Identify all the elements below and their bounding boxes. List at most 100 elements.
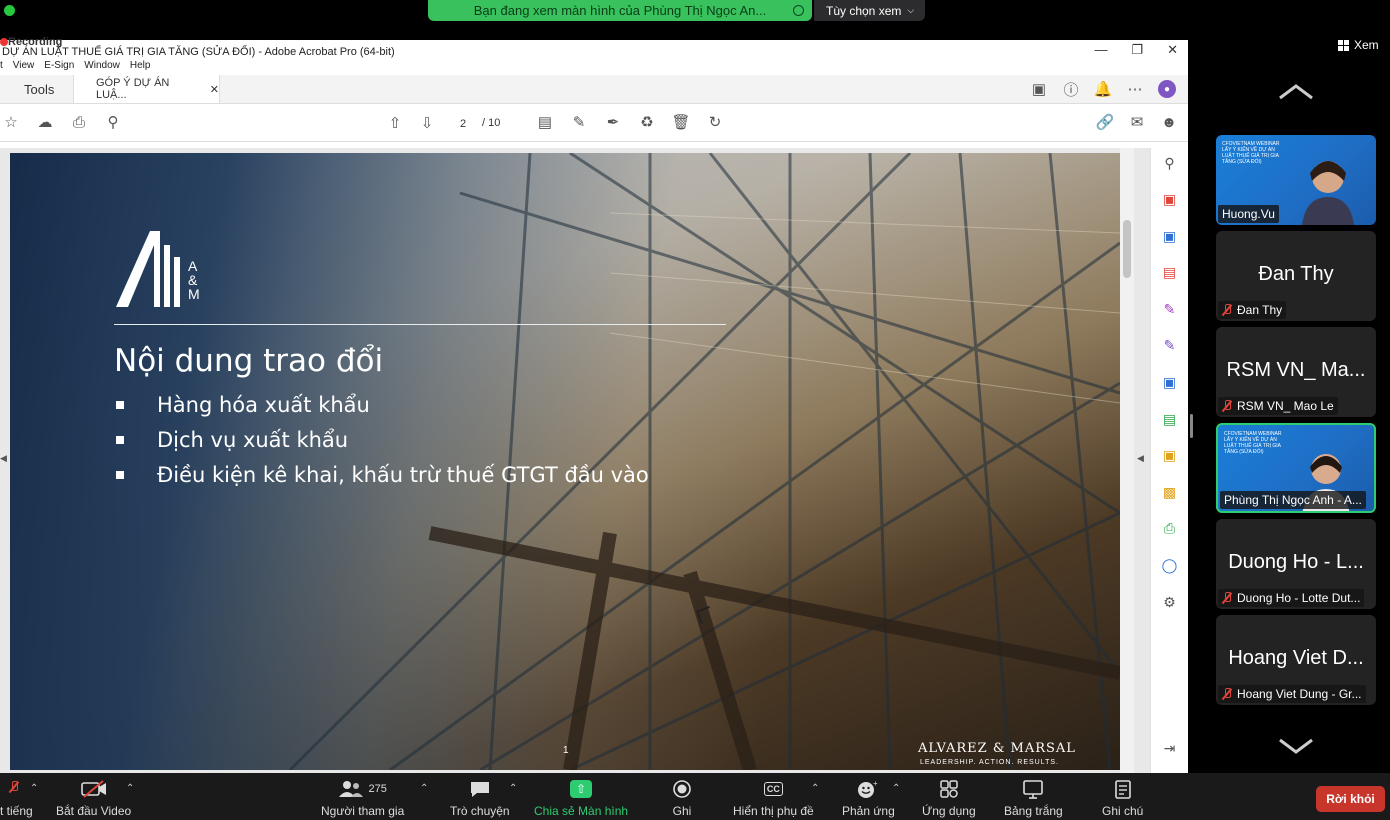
participant-name-text: Hoang Viet Dung - Gr...	[1237, 687, 1362, 701]
bullet-text: Dịch vụ xuất khẩu	[157, 427, 349, 452]
participants-icon: 275	[338, 779, 387, 799]
leave-button[interactable]: Rời khỏi	[1316, 786, 1385, 812]
participant-tile[interactable]: Đan Thy Đan Thy	[1216, 231, 1376, 321]
zoom-icon[interactable]: ⚲	[104, 113, 122, 131]
more-tools-icon[interactable]: ⚙	[1161, 593, 1179, 611]
list-item: Điều kiện kê khai, khấu trừ thuế GTGT đầ…	[114, 457, 649, 492]
window-close-dot[interactable]	[4, 5, 15, 16]
maximize-icon[interactable]: ❐	[1131, 42, 1143, 58]
whiteboard-icon	[1022, 779, 1044, 799]
scan-icon[interactable]: ▣	[1161, 447, 1179, 465]
export-pdf-icon[interactable]: ▣	[1161, 227, 1179, 245]
apps-grid-icon[interactable]: ⋯	[1126, 80, 1144, 98]
participant-tile[interactable]: RSM VN_ Ma... RSM VN_ Mao Le	[1216, 327, 1376, 417]
menu-item-window[interactable]: Window	[84, 60, 120, 75]
delete-icon[interactable]: 🗑	[671, 113, 690, 131]
mic-muted-icon	[1222, 688, 1232, 700]
gallery-up-icon[interactable]	[1278, 82, 1314, 102]
chat-options-caret-icon[interactable]: ⌃	[509, 783, 517, 794]
minimize-icon[interactable]: —	[1094, 42, 1107, 58]
collapse-panel-icon[interactable]: ◀	[1137, 453, 1144, 464]
print-icon[interactable]: ⎙	[70, 113, 88, 131]
tab-document-label: GÓP Ý DỰ ÁN LUẬ...	[96, 77, 170, 101]
cc-badge: CC	[763, 782, 783, 796]
start-video-button[interactable]: Bắt đầu Video	[56, 779, 131, 818]
notes-button[interactable]: Ghi chú	[1102, 779, 1143, 818]
tab-tools[interactable]: Tools	[0, 75, 74, 103]
apps-button[interactable]: Ứng dụng	[922, 779, 976, 818]
captions-button[interactable]: CC Hiển thị phụ đề	[733, 779, 814, 818]
video-options-caret-icon[interactable]: ⌃	[126, 783, 134, 794]
comment-panel-icon[interactable]: ▩	[1161, 483, 1179, 501]
list-item: Hàng hóa xuất khẩu	[114, 387, 649, 422]
highlight-icon[interactable]: ✎	[570, 113, 588, 131]
reactions-options-caret-icon[interactable]: ⌃	[892, 783, 900, 794]
page-number-input[interactable]: 2	[450, 113, 476, 133]
cloud-upload-icon[interactable]: ☁	[36, 113, 54, 131]
notes-icon	[1114, 779, 1132, 799]
participant-name-text: RSM VN_ Mao Le	[1237, 399, 1334, 413]
collapse-left-icon[interactable]: ◀	[0, 453, 7, 464]
menu-item-view[interactable]: View	[13, 60, 35, 75]
next-page-icon[interactable]: ⇩	[418, 114, 436, 132]
captions-options-caret-icon[interactable]: ⌃	[811, 783, 819, 794]
chevron-down-icon: ⌵	[907, 5, 915, 15]
record-button[interactable]: Ghi	[672, 779, 692, 818]
reactions-button[interactable]: + Phản ứng	[842, 779, 895, 818]
participant-tile[interactable]: Hoang Viet D... Hoang Viet Dung - Gr...	[1216, 615, 1376, 705]
expand-panel-icon[interactable]: ⇥	[1161, 740, 1179, 758]
close-tab-icon[interactable]: ✕	[210, 83, 219, 96]
participant-tile[interactable]: Duong Ho - L... Duong Ho - Lotte Dut...	[1216, 519, 1376, 609]
acrobat-titlebar: Recording DỰ ÁN LUẬT THUẾ GIÁ TRỊ GIA TĂ…	[0, 36, 1188, 60]
tabs-bar: Tools GÓP Ý DỰ ÁN LUẬ... ✕ ▣ ⓘ 🔔 ⋯ ●	[0, 75, 1188, 104]
zoom-in-icon[interactable]: ⚲	[1161, 154, 1179, 172]
close-icon[interactable]: ✕	[1167, 42, 1178, 58]
fill-sign-icon[interactable]: ✎	[1161, 300, 1179, 318]
bell-icon[interactable]: 🔔	[1094, 80, 1113, 98]
add-user-icon[interactable]: ☻	[1160, 113, 1178, 131]
participants-button[interactable]: 275 Người tham gia	[321, 779, 404, 818]
participant-name: RSM VN_ Mao Le	[1218, 397, 1338, 415]
combine-files-icon[interactable]: ▣	[1161, 374, 1179, 392]
scrollbar-thumb[interactable]	[1123, 220, 1131, 278]
edit-pdf-icon[interactable]: ✎	[1161, 337, 1179, 355]
comment-icon[interactable]: ▤	[536, 113, 554, 131]
vertical-scrollbar[interactable]	[1120, 148, 1134, 779]
screen-share-banner: Bạn đang xem màn hình của Phùng Thị Ngọc…	[428, 0, 812, 21]
participants-options-caret-icon[interactable]: ⌃	[420, 783, 428, 794]
menu-item-help[interactable]: Help	[130, 60, 151, 75]
view-options-button[interactable]: Tùy chọn xem ⌵	[814, 0, 925, 21]
star-icon[interactable]: ☆	[2, 113, 20, 131]
create-pdf-icon[interactable]: ▣	[1161, 191, 1179, 209]
participant-tile-active-speaker[interactable]: CFOVIETNAM WEBINAR LẤY Ý KIẾN VỀ DỰ ÁN L…	[1216, 423, 1376, 513]
rotate-icon[interactable]: ↻	[706, 113, 724, 131]
compress-icon[interactable]: ▤	[1161, 410, 1179, 428]
mail-icon[interactable]: ✉	[1128, 113, 1146, 131]
account-avatar[interactable]: ●	[1158, 80, 1176, 98]
share-screen-icon[interactable]: ▣	[1030, 80, 1048, 98]
sign-icon[interactable]: ✒	[604, 113, 622, 131]
stamp-icon[interactable]: ♻	[638, 113, 656, 131]
link-icon[interactable]: 🔗	[1096, 113, 1115, 131]
mute-button[interactable]: t tiếng	[0, 779, 33, 818]
menu-item-esign[interactable]: E-Sign	[44, 60, 74, 75]
gallery-divider-handle[interactable]	[1190, 414, 1193, 438]
prev-page-icon[interactable]: ⇧	[386, 114, 404, 132]
help-icon[interactable]: ⓘ	[1062, 80, 1080, 99]
notes-label: Ghi chú	[1102, 804, 1144, 818]
mic-muted-icon	[1222, 592, 1232, 604]
view-button[interactable]: Xem	[1338, 38, 1379, 52]
list-item: Dịch vụ xuất khẩu	[114, 422, 649, 457]
audio-options-caret-icon[interactable]: ⌃	[30, 783, 38, 794]
print-production-icon[interactable]: ⎙	[1161, 520, 1179, 538]
organize-pages-icon[interactable]: ▤	[1161, 264, 1179, 282]
share-screen-button[interactable]: ⇧ Chia sẻ Màn hình	[534, 779, 628, 818]
protect-icon[interactable]: ◯	[1161, 557, 1179, 575]
chat-button[interactable]: Trò chuyện	[450, 779, 510, 818]
gallery-down-icon[interactable]	[1278, 736, 1314, 756]
whiteboard-label: Bảng trắng	[1004, 804, 1063, 818]
menu-item-file[interactable]: t	[0, 60, 3, 75]
whiteboard-button[interactable]: Bảng trắng	[1004, 779, 1063, 818]
participant-tile[interactable]: CFOVIETNAM WEBINAR LẤY Ý KIẾN VỀ DỰ ÁN L…	[1216, 135, 1376, 225]
tab-document[interactable]: GÓP Ý DỰ ÁN LUẬ... ✕	[74, 75, 220, 103]
